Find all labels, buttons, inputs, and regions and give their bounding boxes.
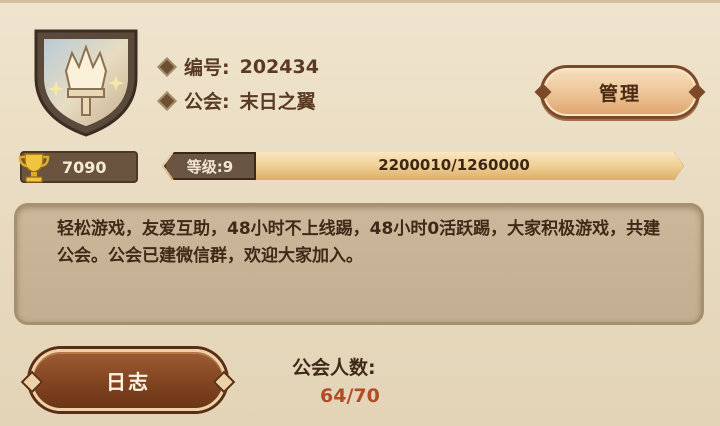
member-count-value: 64/70 — [320, 385, 380, 407]
level-progress-bar: 等级:9 2200010/1260000 — [154, 148, 694, 184]
diamond-bullet-icon — [157, 56, 177, 77]
guild-name-row: 公会: 末日之翼 — [157, 87, 316, 114]
guild-name-label: 公会: — [184, 91, 230, 113]
guild-description-box: 轻松游戏，友爱互助，48小时不上线踢，48小时0活跃踢，大家积极游戏，共建公会。… — [14, 203, 704, 325]
trophy-icon — [18, 153, 50, 183]
member-count-label: 公会人数: — [292, 357, 376, 379]
guild-id-value: 202434 — [239, 55, 319, 78]
guild-id-label: 编号: — [184, 57, 230, 79]
level-progress-text: 2200010/1260000 — [378, 156, 530, 174]
manage-button[interactable]: 管理 — [540, 65, 700, 119]
guild-name-value: 末日之翼 — [239, 91, 316, 113]
guild-description-text: 轻松游戏，友爱互助，48小时不上线踢，48小时0活跃踢，大家积极游戏，共建公会。… — [57, 219, 661, 266]
trophy-counter: 7090 — [18, 151, 138, 183]
log-button[interactable]: 日志 — [30, 349, 226, 411]
guild-id-row: 编号: 202434 — [157, 53, 319, 80]
trophy-value: 7090 — [62, 157, 107, 177]
crown-shield-icon[interactable] — [26, 19, 146, 139]
guild-info-panel: 编号: 202434 公会: 末日之翼 管理 7090 等级:9 2200010… — [0, 0, 720, 426]
diamond-bullet-icon — [157, 90, 177, 111]
